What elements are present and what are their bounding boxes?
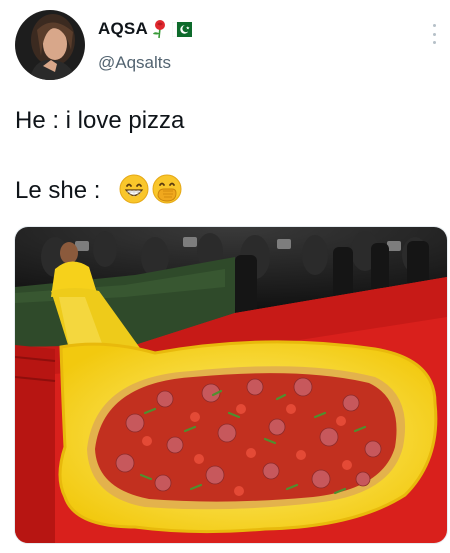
author-handle[interactable]: @Aqsalts [98, 53, 171, 73]
grinning-face-icon [119, 174, 149, 204]
pakistan-flag-icon [171, 21, 192, 37]
author-avatar[interactable] [15, 10, 85, 80]
more-vertical-icon[interactable] [430, 24, 438, 44]
rose-icon [151, 19, 169, 39]
tweet-photo[interactable] [14, 226, 448, 544]
author-name-row[interactable]: AQSA [98, 19, 192, 39]
tweet-emoji-row [119, 174, 182, 204]
pizza-gown-photo [15, 227, 447, 543]
author-display-name[interactable]: AQSA [98, 19, 148, 39]
avatar-image [15, 10, 85, 80]
face-with-hand-over-mouth-icon [152, 174, 182, 204]
